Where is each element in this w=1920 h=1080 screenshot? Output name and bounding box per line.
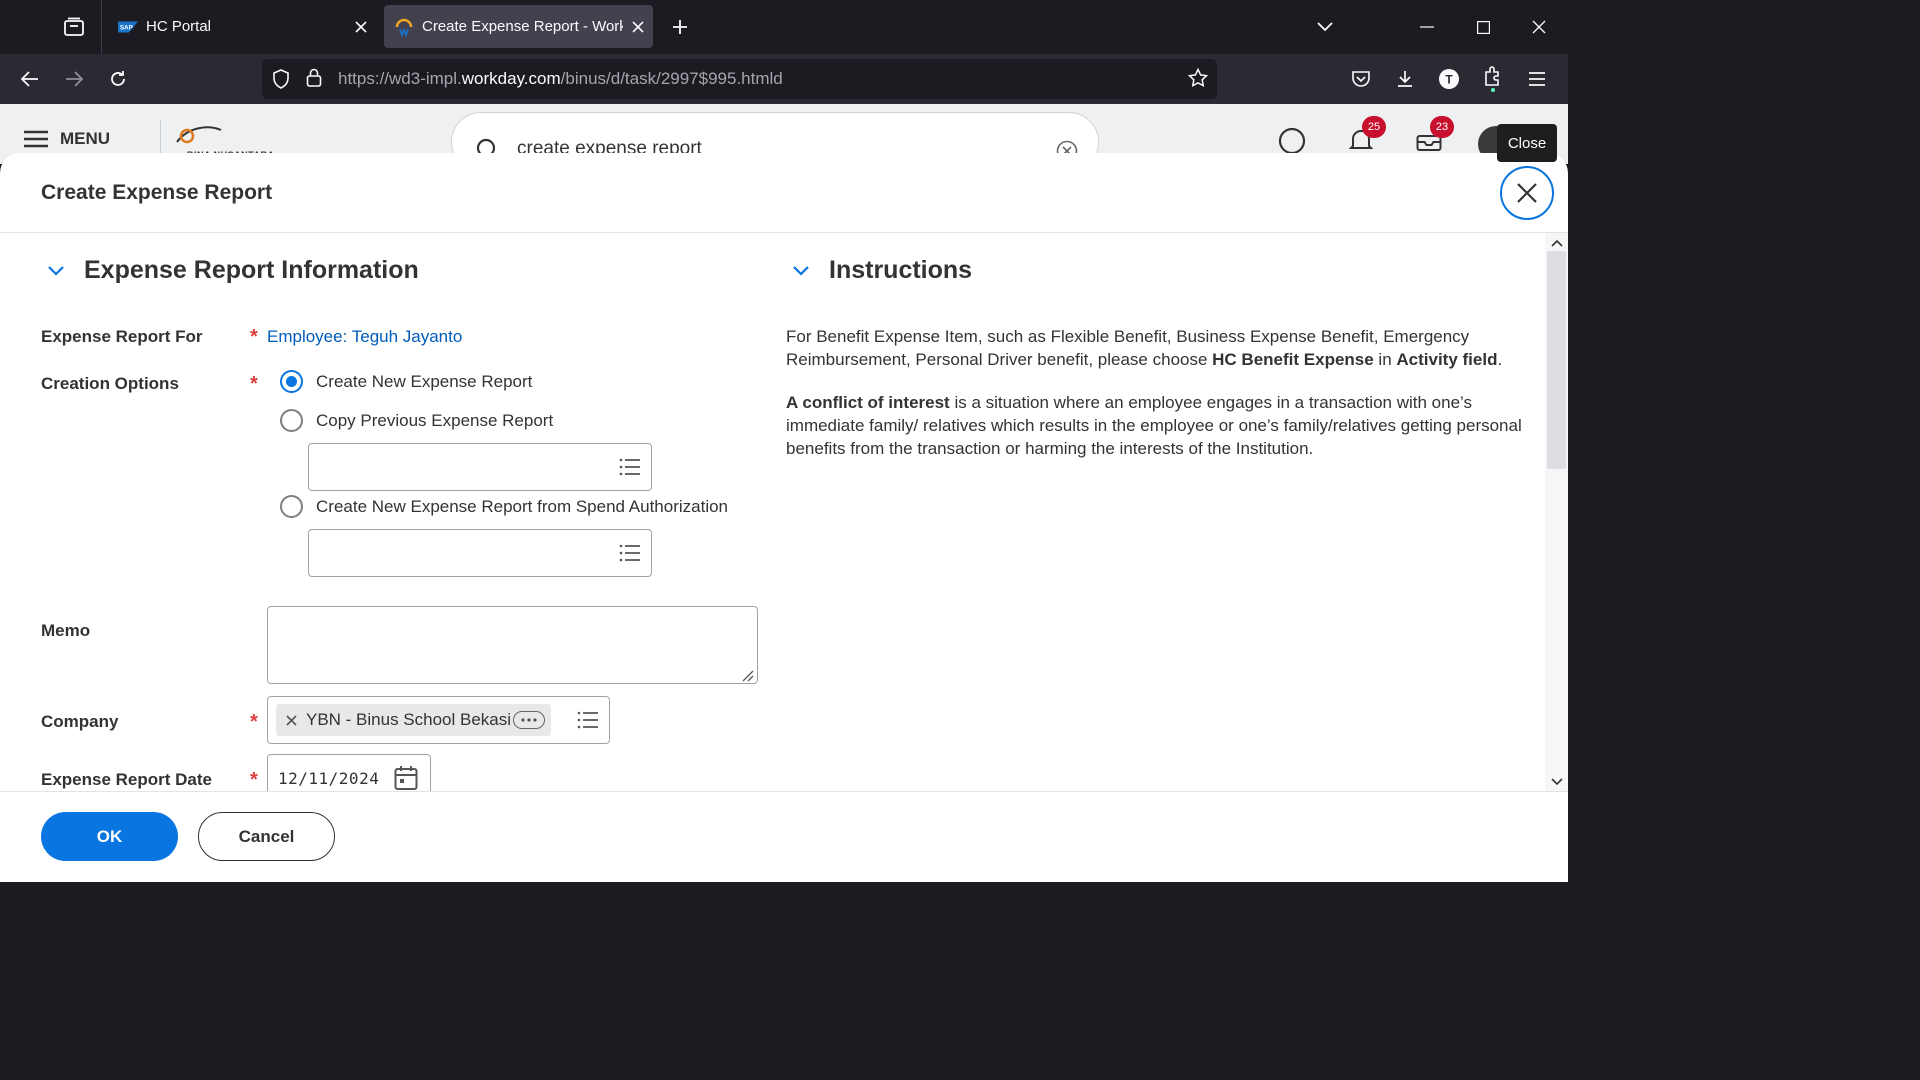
back-icon[interactable] xyxy=(13,62,47,96)
download-icon[interactable] xyxy=(1388,62,1422,96)
remove-company-icon[interactable] xyxy=(276,705,306,735)
list-prompt-icon[interactable] xyxy=(619,542,641,564)
workday-icon xyxy=(394,17,414,37)
date-value[interactable]: 12/11/2024 xyxy=(278,769,379,788)
radio-label: Create New Expense Report xyxy=(316,371,533,391)
menu-icon xyxy=(24,130,48,148)
close-tooltip: Close xyxy=(1497,124,1557,162)
required-indicator: * xyxy=(250,711,258,733)
expense-report-date-label: Expense Report Date xyxy=(41,770,212,789)
company-pill[interactable]: YBN - Binus School Bekasi xyxy=(276,704,551,736)
create-expense-report-dialog: Create Expense Report Expense Report Inf… xyxy=(0,153,1568,882)
company-label: Company xyxy=(41,712,119,731)
radio-copy-previous-expense-report[interactable]: Copy Previous Expense Report xyxy=(280,409,553,432)
list-prompt-icon[interactable] xyxy=(619,456,641,478)
url-bar[interactable]: https://wd3-impl.workday.com/binus/d/tas… xyxy=(262,59,1217,99)
svg-text:SAP: SAP xyxy=(120,24,134,31)
new-tab-icon[interactable] xyxy=(664,11,696,43)
tab-create-expense-report[interactable]: Create Expense Report - Workd xyxy=(384,5,653,48)
radio-create-new-expense-report[interactable]: Create New Expense Report xyxy=(280,370,532,393)
browser-tab-bar: SAP HC Portal Create Expense Report - Wo… xyxy=(0,0,1568,54)
bookmark-star-icon[interactable] xyxy=(1187,67,1209,93)
radio-create-from-spend-authorization[interactable]: Create New Expense Report from Spend Aut… xyxy=(280,495,728,518)
scroll-thumb[interactable] xyxy=(1547,251,1566,469)
notifications-badge: 25 xyxy=(1362,116,1386,138)
logo-icon xyxy=(176,126,222,144)
url-text: https://wd3-impl.workday.com/binus/d/tas… xyxy=(338,69,783,88)
tab-title: HC Portal xyxy=(146,18,212,35)
required-indicator: * xyxy=(250,769,258,791)
scroll-down-icon[interactable] xyxy=(1549,774,1564,789)
hamburger-menu-icon[interactable] xyxy=(1520,62,1554,96)
tab-separator xyxy=(101,0,102,54)
instructions-paragraph-2: A conflict of interest is a situation wh… xyxy=(786,393,1522,458)
close-tab-icon[interactable] xyxy=(346,12,376,42)
calendar-icon[interactable] xyxy=(394,765,418,791)
radio-button[interactable] xyxy=(280,495,303,518)
memo-textarea[interactable] xyxy=(267,606,758,684)
creation-options-label: Creation Options xyxy=(41,374,179,393)
tab-hc-portal[interactable]: SAP HC Portal xyxy=(104,5,376,48)
radio-button[interactable] xyxy=(280,409,303,432)
section-title: Expense Report Information xyxy=(84,256,419,284)
radio-button-checked[interactable] xyxy=(280,370,303,393)
expense-report-date-input[interactable]: 12/11/2024 xyxy=(267,754,431,791)
tab-list-icon[interactable] xyxy=(56,10,92,44)
account-icon[interactable]: T xyxy=(1432,62,1466,96)
list-all-tabs-icon[interactable] xyxy=(1306,8,1344,46)
cancel-button[interactable]: Cancel xyxy=(198,812,335,861)
browser-nav-bar: https://wd3-impl.workday.com/binus/d/tas… xyxy=(0,54,1568,104)
dialog-body: Expense Report Information Instructions … xyxy=(0,233,1545,791)
chevron-down-icon[interactable] xyxy=(42,257,70,285)
related-actions-icon[interactable] xyxy=(513,711,545,729)
tab-title: Create Expense Report - Workd xyxy=(422,18,623,35)
required-indicator: * xyxy=(250,326,258,348)
resize-handle-icon[interactable] xyxy=(738,666,754,682)
shield-icon[interactable] xyxy=(272,69,290,94)
close-window-icon[interactable] xyxy=(1520,8,1558,46)
pocket-icon[interactable] xyxy=(1344,62,1378,96)
radio-label: Copy Previous Expense Report xyxy=(316,410,554,430)
forward-icon[interactable] xyxy=(57,62,91,96)
company-prompt[interactable]: YBN - Binus School Bekasi xyxy=(267,696,610,744)
ok-button[interactable]: OK xyxy=(41,812,178,861)
close-icon xyxy=(1517,183,1537,203)
workday-menu-button[interactable]: MENU xyxy=(24,129,110,149)
sap-icon: SAP xyxy=(118,17,138,37)
section-instructions[interactable]: Instructions xyxy=(787,256,972,285)
previous-expense-report-prompt[interactable] xyxy=(308,443,652,491)
divider xyxy=(0,791,1568,792)
chevron-down-icon[interactable] xyxy=(787,257,815,285)
scroll-up-icon[interactable] xyxy=(1549,235,1564,250)
required-indicator: * xyxy=(250,373,258,395)
dialog-scrollbar[interactable] xyxy=(1545,233,1568,791)
maximize-icon[interactable] xyxy=(1464,8,1502,46)
svg-text:T: T xyxy=(1445,73,1453,87)
close-dialog-button[interactable] xyxy=(1500,166,1554,220)
instructions-paragraph-1: For Benefit Expense Item, such as Flexib… xyxy=(786,327,1503,369)
menu-label: MENU xyxy=(60,129,111,148)
section-title: Instructions xyxy=(829,256,973,284)
employee-link[interactable]: Employee: Teguh Jayanto xyxy=(267,327,462,347)
section-expense-report-information[interactable]: Expense Report Information xyxy=(42,256,419,285)
lock-icon[interactable] xyxy=(306,68,322,93)
minimize-icon[interactable] xyxy=(1408,8,1446,46)
expense-report-for-label: Expense Report For xyxy=(41,327,203,346)
list-prompt-icon[interactable] xyxy=(577,709,599,731)
spend-authorization-prompt[interactable] xyxy=(308,529,652,577)
memo-label: Memo xyxy=(41,621,91,640)
extensions-icon[interactable] xyxy=(1476,62,1510,96)
reload-icon[interactable] xyxy=(101,62,135,96)
dialog-title: Create Expense Report xyxy=(41,181,273,204)
inbox-badge: 23 xyxy=(1430,116,1454,138)
company-value: YBN - Binus School Bekasi xyxy=(306,710,512,729)
radio-label: Create New Expense Report from Spend Aut… xyxy=(316,496,729,516)
close-tab-icon[interactable] xyxy=(623,12,653,42)
